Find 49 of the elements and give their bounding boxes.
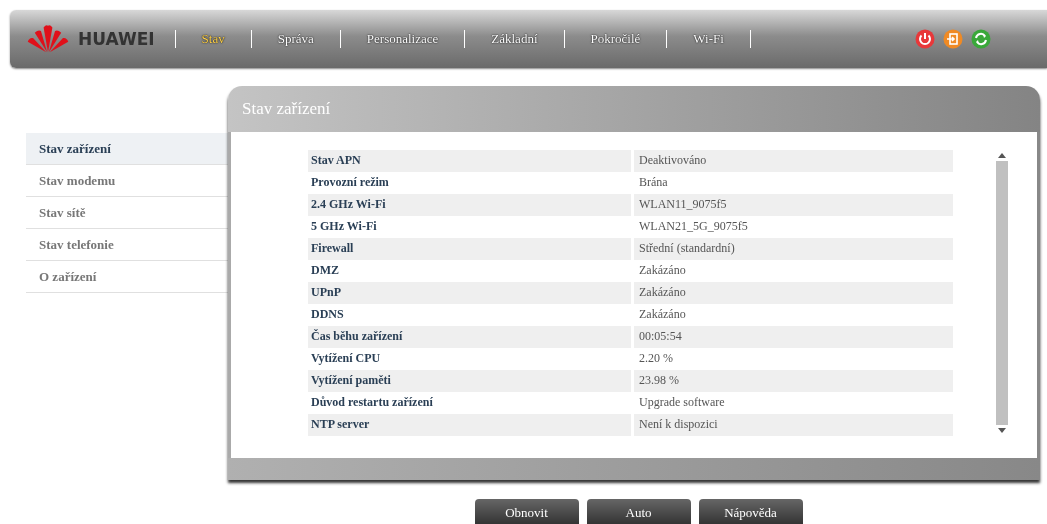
sidebar-item[interactable]: Stav modemu <box>26 165 228 197</box>
row-label: Vytížení paměti <box>308 370 631 392</box>
row-value: 00:05:54 <box>634 326 953 348</box>
nav-tab[interactable]: Správa <box>251 31 340 47</box>
scroll-down-icon[interactable] <box>998 428 1006 434</box>
row-value: 23.98 % <box>634 370 953 392</box>
action-button[interactable]: Obnovit <box>474 499 579 524</box>
row-label: Firewall <box>308 238 631 260</box>
scroll-up-icon[interactable] <box>998 152 1006 158</box>
power-icon[interactable] <box>915 29 935 49</box>
scroll-thumb[interactable] <box>996 161 1008 425</box>
row-value: Zakázáno <box>634 282 953 304</box>
row-value: Zakázáno <box>638 262 687 279</box>
nav-tab[interactable]: Personalizace <box>340 31 465 47</box>
row-label: Stav APN <box>308 150 631 172</box>
nav-tab[interactable]: Základní <box>465 31 564 47</box>
row-label: Důvod restartu zařízení <box>310 394 434 411</box>
row-label: 5 GHz Wi-Fi <box>310 218 378 235</box>
row-label: Vytížení CPU <box>310 350 382 367</box>
row-value: Zakázáno <box>638 306 687 323</box>
nav-tab[interactable]: Wi-Fi <box>667 31 750 47</box>
row-label: DMZ <box>310 262 340 279</box>
refresh-icon[interactable] <box>971 29 991 49</box>
logo-text: HUAWEI <box>78 29 155 49</box>
petal-logo-icon <box>26 24 70 54</box>
row-label: 2.4 GHz Wi-Fi <box>308 194 631 216</box>
row-label: Čas běhu zařízení <box>308 326 631 348</box>
row-value: Deaktivováno <box>634 150 953 172</box>
row-label: Provozní režim <box>310 174 390 191</box>
row-value: Upgrade software <box>638 394 726 411</box>
row-value: Není k dispozici <box>634 414 953 436</box>
row-value: WLAN11_9075f5 <box>634 194 953 216</box>
sidebar-item[interactable]: Stav zařízení <box>26 133 228 165</box>
row-value: WLAN21_5G_9075f5 <box>638 218 749 235</box>
action-button[interactable]: Nápověda <box>698 499 803 524</box>
sidebar-item[interactable]: Stav sítě <box>26 197 228 229</box>
row-label: UPnP <box>308 282 631 304</box>
action-button[interactable]: Auto <box>586 499 691 524</box>
nav-tab[interactable]: Stav <box>175 31 251 47</box>
sidebar-item[interactable]: O zařízení <box>26 261 228 293</box>
row-label: DDNS <box>310 306 345 323</box>
panel-title: Stav zařízení <box>228 86 1040 132</box>
row-value: Střední (standardní) <box>634 238 953 260</box>
nav-tab[interactable]: Pokročilé <box>564 31 667 47</box>
row-label: NTP server <box>308 414 631 436</box>
logout-icon[interactable] <box>943 29 963 49</box>
sidebar-item[interactable]: Stav telefonie <box>26 229 228 261</box>
row-value: 2.20 % <box>638 350 674 367</box>
row-value: Brána <box>638 174 669 191</box>
